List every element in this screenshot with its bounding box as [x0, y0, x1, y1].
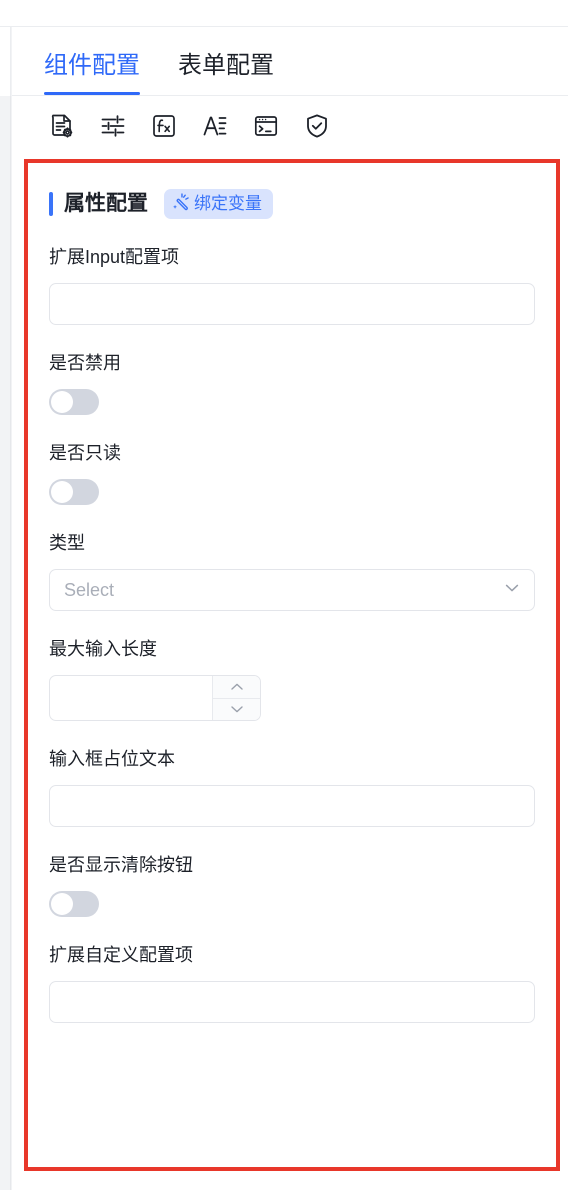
bind-variable-label: 绑定变量: [194, 194, 262, 213]
max-length-input[interactable]: [50, 676, 212, 720]
section-header: 属性配置 绑定变量: [49, 189, 535, 219]
bind-variable-badge[interactable]: 绑定变量: [164, 189, 273, 219]
window-top-strip: [0, 0, 568, 27]
type-select[interactable]: Select: [49, 569, 535, 611]
tab-component-config-label: 组件配置: [44, 52, 140, 79]
field-disabled: 是否禁用: [49, 351, 535, 415]
field-label-type: 类型: [49, 533, 85, 553]
icon-toolbar: [12, 97, 568, 154]
readonly-toggle[interactable]: [49, 479, 99, 505]
tab-component-config[interactable]: 组件配置: [44, 51, 140, 95]
tab-bar: 组件配置 表单配置: [12, 27, 568, 96]
shield-check-icon[interactable]: [300, 109, 334, 143]
stepper-increment-button[interactable]: [213, 676, 260, 698]
field-type: 类型 Select: [49, 531, 535, 611]
sliders-icon[interactable]: [96, 109, 130, 143]
property-config-form: 属性配置 绑定变量 扩展Input配置项 是否禁用 是否只读 类型 Select…: [28, 163, 556, 1023]
show-clear-button-toggle[interactable]: [49, 891, 99, 917]
disabled-toggle[interactable]: [49, 389, 99, 415]
tab-form-config-label: 表单配置: [178, 52, 274, 79]
left-rail-lower: [0, 96, 11, 1190]
show-clear-button-toggle-knob: [51, 893, 73, 915]
field-max-length: 最大输入长度: [49, 637, 535, 721]
stepper-decrement-button[interactable]: [213, 697, 260, 721]
field-extend-input-config: 扩展Input配置项: [49, 245, 535, 325]
field-label-disabled: 是否禁用: [49, 353, 121, 373]
function-fx-icon[interactable]: [147, 109, 181, 143]
field-label-custom-config: 扩展自定义配置项: [49, 945, 193, 965]
chevron-down-icon: [503, 579, 521, 602]
type-select-placeholder: Select: [64, 580, 115, 600]
field-label-readonly: 是否只读: [49, 443, 121, 463]
field-readonly: 是否只读: [49, 441, 535, 505]
disabled-toggle-knob: [51, 391, 73, 413]
document-settings-icon[interactable]: [45, 109, 79, 143]
placeholder-text-input[interactable]: [49, 785, 535, 827]
field-custom-config: 扩展自定义配置项: [49, 943, 535, 1023]
field-show-clear-button: 是否显示清除按钮: [49, 853, 535, 917]
readonly-toggle-knob: [51, 481, 73, 503]
extend-input-config-input[interactable]: [49, 283, 535, 325]
text-format-icon[interactable]: [198, 109, 232, 143]
max-length-stepper: [49, 675, 261, 721]
max-length-stepper-buttons: [212, 676, 260, 720]
section-accent-bar: [49, 192, 53, 216]
terminal-icon[interactable]: [249, 109, 283, 143]
field-label-placeholder-text: 输入框占位文本: [49, 749, 175, 769]
magic-wand-icon: [172, 192, 191, 216]
field-label-extend-input-config: 扩展Input配置项: [49, 247, 180, 267]
custom-config-input[interactable]: [49, 981, 535, 1023]
field-label-show-clear-button: 是否显示清除按钮: [49, 855, 193, 875]
section-title: 属性配置: [64, 192, 148, 215]
field-placeholder-text: 输入框占位文本: [49, 747, 535, 827]
field-label-max-length: 最大输入长度: [49, 639, 157, 659]
tab-form-config[interactable]: 表单配置: [178, 51, 274, 95]
